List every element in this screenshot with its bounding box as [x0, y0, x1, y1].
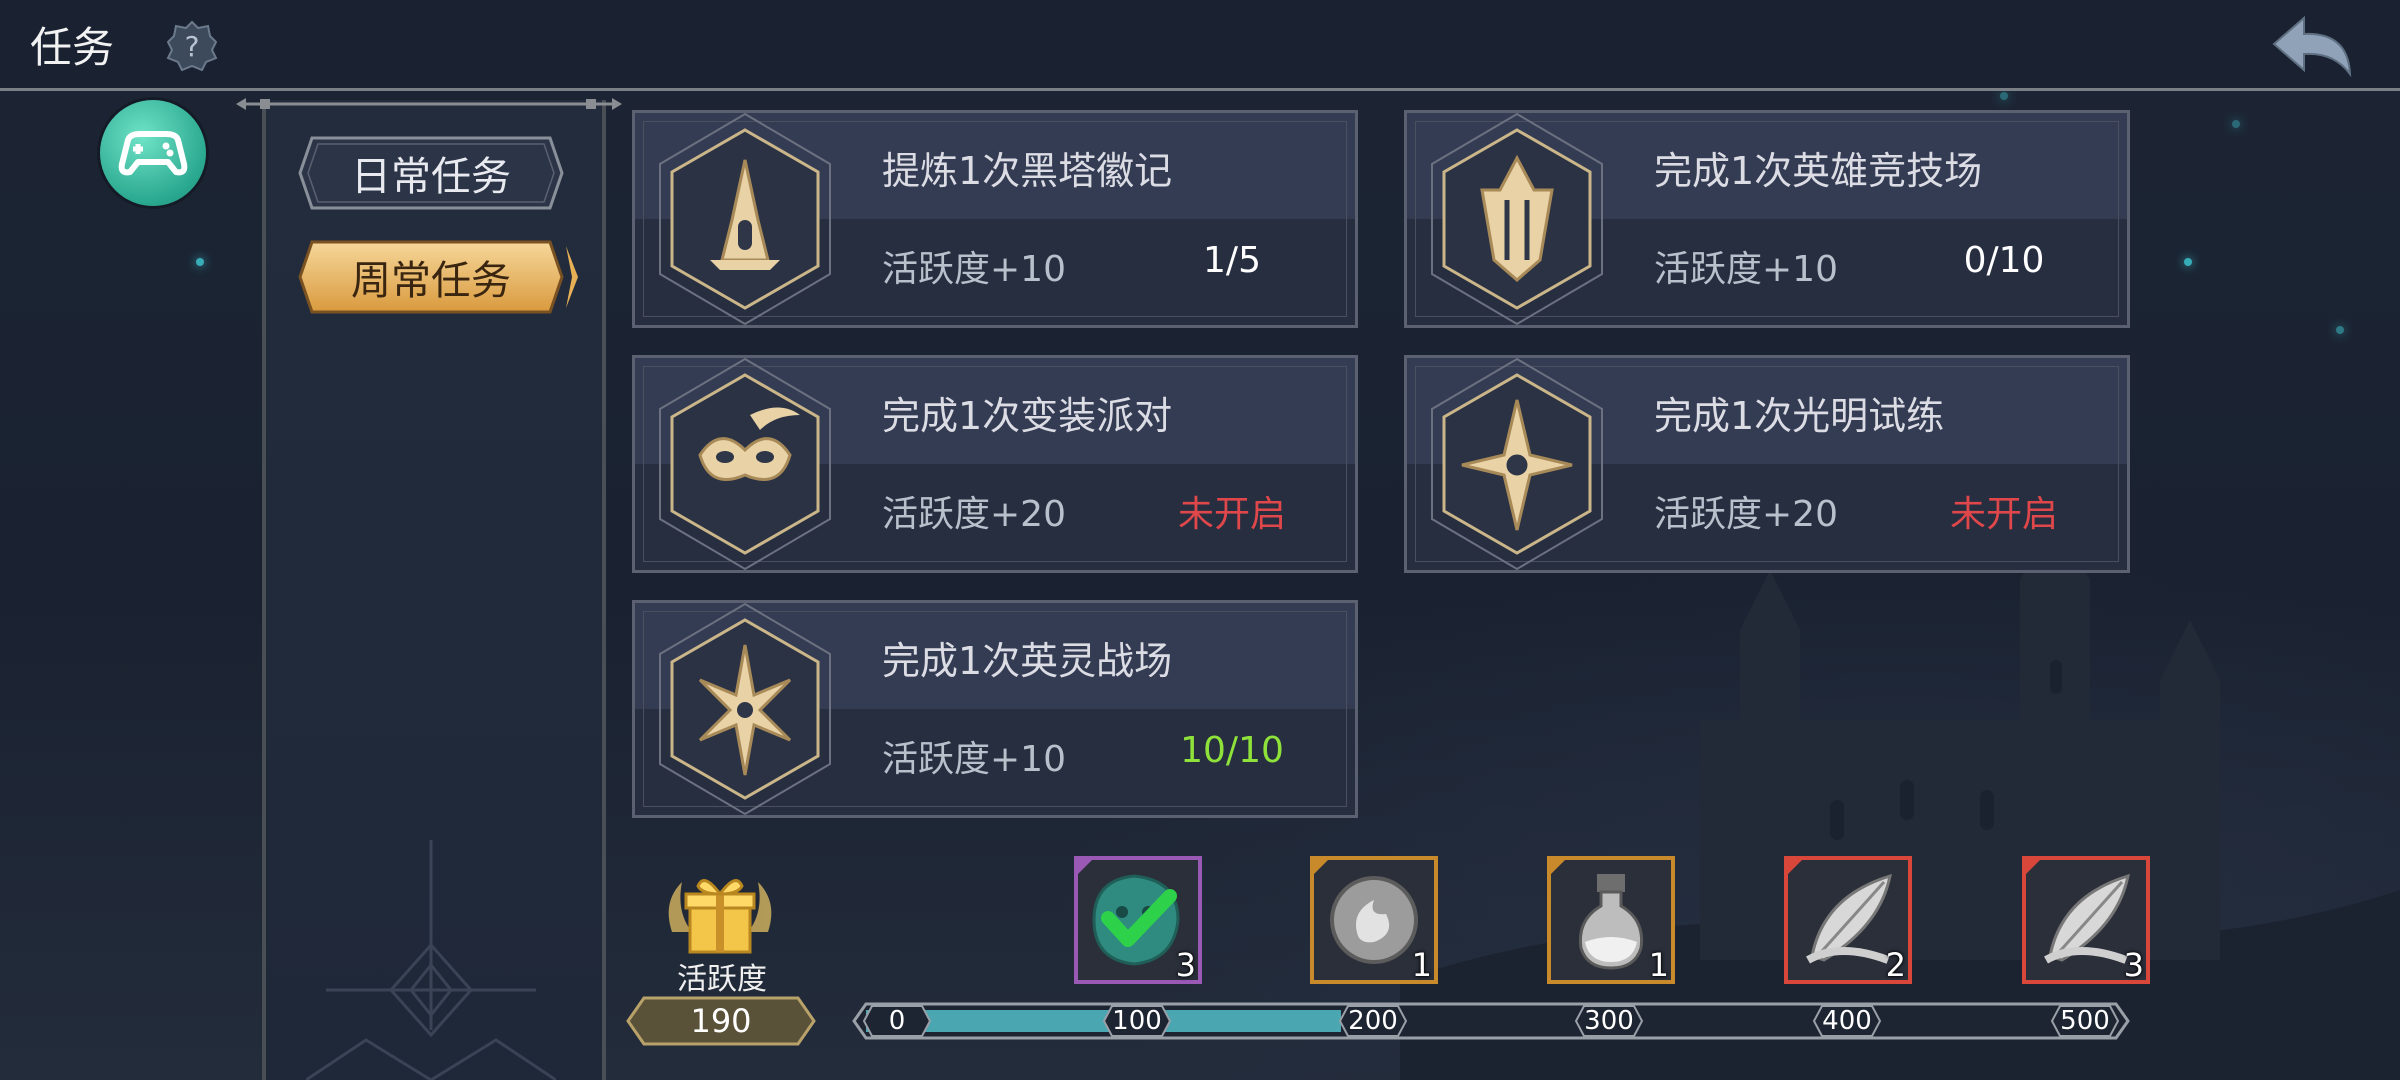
tab-daily-tasks[interactable]: 日常任务 [298, 136, 564, 210]
task-reward: 活跃度+20 [882, 494, 1066, 535]
milestone-label: 500 [2060, 1006, 2110, 1036]
task-card[interactable]: 提炼1次黑塔徽记 活跃度+10 1/5 [632, 110, 1358, 328]
reward-chest-slot[interactable]: 3 [1074, 856, 1202, 984]
page-title: 任务 [30, 23, 115, 72]
task-name: 完成1次英雄竞技场 [1654, 149, 1983, 193]
task-progress: 1/5 [1203, 240, 1261, 281]
top-bar: 任务 ? [0, 0, 2400, 91]
hero-arena-emblem-icon [1431, 112, 1603, 326]
task-progress: 0/10 [1963, 240, 2045, 281]
panel-rail [236, 98, 622, 110]
sparkle [2184, 258, 2192, 266]
light-trial-emblem-icon [1431, 357, 1603, 571]
sparkle [2000, 92, 2008, 100]
task-card[interactable]: 完成1次英雄竞技场 活跃度+10 0/10 [1404, 110, 2130, 328]
task-progress: 未开启 [1177, 494, 1286, 535]
sparkle [2336, 326, 2344, 334]
reward-count: 3 [2123, 946, 2144, 984]
tab-label: 日常任务 [351, 154, 511, 200]
task-reward: 活跃度+10 [882, 249, 1066, 290]
milestone-label: 0 [888, 1006, 906, 1036]
reward-chest-slot[interactable]: 2 [1784, 856, 1912, 984]
reward-count: 3 [1175, 946, 1196, 984]
activity-label: 活跃度 [677, 962, 767, 997]
milestone-marker: 0 [862, 1004, 932, 1038]
milestone-marker: 400 [1812, 1004, 1882, 1038]
sparkle [2232, 120, 2240, 128]
task-name: 提炼1次黑塔徽记 [882, 149, 1173, 193]
task-reward: 活跃度+20 [1654, 494, 1838, 535]
tab-label: 周常任务 [351, 258, 511, 304]
reward-chest-slot[interactable]: 1 [1547, 856, 1675, 984]
milestone-label: 300 [1584, 1006, 1634, 1036]
back-arrow-icon[interactable] [2270, 14, 2354, 78]
milestone-marker: 100 [1102, 1004, 1172, 1038]
milestone-label: 200 [1348, 1006, 1398, 1036]
panel-ornament [306, 840, 556, 1080]
activity-points-value: 190 [690, 1002, 752, 1040]
black-tower-emblem-icon [659, 112, 831, 326]
spirit-battlefield-emblem-icon [659, 602, 831, 816]
activity-progress-bar [852, 1002, 2130, 1040]
task-reward: 活跃度+10 [882, 739, 1066, 780]
task-progress: 未开启 [1949, 494, 2058, 535]
tab-weekly-tasks[interactable]: 周常任务 [298, 240, 578, 314]
milestone-label: 100 [1112, 1006, 1162, 1036]
reward-count: 1 [1648, 946, 1669, 984]
milestone-marker: 200 [1338, 1004, 1408, 1038]
task-reward: 活跃度+10 [1654, 249, 1838, 290]
milestone-marker: 300 [1574, 1004, 1644, 1038]
gamepad-button[interactable] [100, 100, 206, 206]
help-icon[interactable]: ? [166, 20, 218, 72]
svg-text:?: ? [185, 30, 200, 63]
reward-count: 2 [1885, 946, 1906, 984]
reward-chest-slot[interactable]: 3 [2022, 856, 2150, 984]
milestone-marker: 500 [2050, 1004, 2120, 1038]
masquerade-mask-emblem-icon [659, 357, 831, 571]
activity-points-box: 190 [624, 994, 818, 1048]
reward-chest-slot[interactable]: 1 [1310, 856, 1438, 984]
task-card[interactable]: 完成1次变装派对 活跃度+20 未开启 [632, 355, 1358, 573]
reward-count: 1 [1411, 946, 1432, 984]
milestone-label: 400 [1822, 1006, 1872, 1036]
gamepad-icon [118, 131, 188, 176]
task-card[interactable]: 完成1次英灵战场 活跃度+10 10/10 [632, 600, 1358, 818]
task-name: 完成1次光明试练 [1654, 394, 1945, 438]
gift-box-icon [668, 879, 772, 954]
task-progress: 10/10 [1180, 730, 1284, 771]
task-name: 完成1次英灵战场 [882, 639, 1173, 683]
task-card[interactable]: 完成1次光明试练 活跃度+20 未开启 [1404, 355, 2130, 573]
sparkle [196, 258, 204, 266]
task-name: 完成1次变装派对 [882, 394, 1173, 438]
